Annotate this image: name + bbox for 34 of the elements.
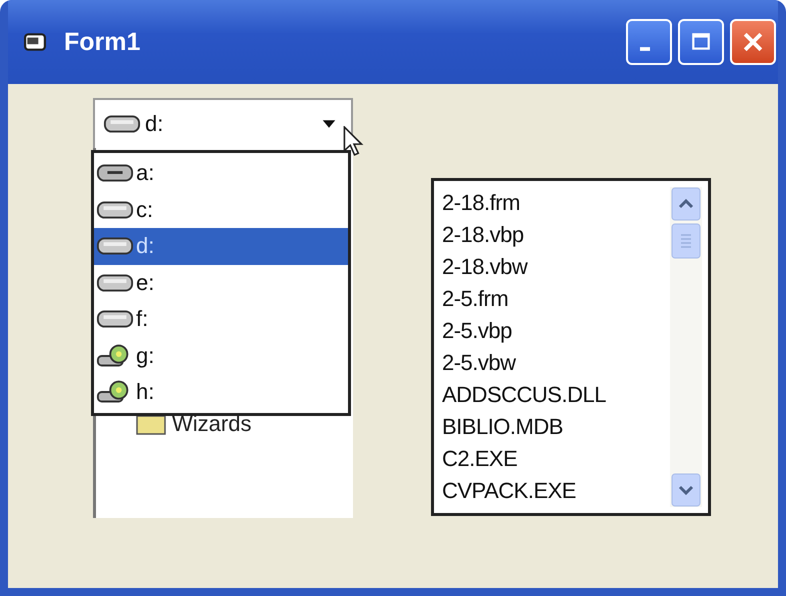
drive-item[interactable]: c: [94, 192, 348, 228]
vertical-scrollbar[interactable] [670, 187, 702, 507]
file-item[interactable]: 2-5.vbp [442, 315, 670, 347]
window-title: Form1 [64, 28, 142, 56]
directory-list-box[interactable]: Wizards a: c: d: e: f: g: h: [93, 148, 353, 518]
dropdown-arrow-icon[interactable] [321, 119, 337, 129]
drive-combo-box[interactable]: d: [93, 98, 353, 148]
file-item[interactable]: 2-18.frm [442, 187, 670, 219]
close-button[interactable] [730, 19, 776, 65]
file-item[interactable]: 2-18.vbp [442, 219, 670, 251]
minimize-icon [640, 47, 650, 51]
file-item[interactable]: C2.EXE [442, 443, 670, 475]
mouse-pointer-icon [343, 126, 365, 158]
scroll-up-icon[interactable] [670, 187, 702, 221]
file-item[interactable]: BIBLIO.MDB [442, 411, 670, 443]
drive-value: d: [145, 111, 164, 137]
drive-item[interactable]: d: [94, 228, 348, 264]
drive-item[interactable]: f: [94, 301, 348, 338]
scroll-down-icon[interactable] [670, 473, 702, 507]
file-item[interactable]: ADDSCCUS.DLL [442, 379, 670, 411]
file-list-box[interactable]: 2-18.frm 2-18.vbp 2-18.vbw 2-5.frm 2-5.vbp 2-5.vbw ADDSCCUS.DLL BIBLIO.MDB C2.EXE CVPACK.EXE [431, 178, 711, 516]
drive-item[interactable]: h: [94, 374, 348, 410]
drive-item[interactable]: a: [94, 155, 348, 192]
file-item[interactable]: 2-5.vbw [442, 347, 670, 379]
scroll-thumb-icon[interactable] [670, 223, 702, 259]
minimize-button[interactable] [626, 19, 672, 65]
file-item[interactable]: 2-18.vbw [442, 251, 670, 283]
folder-icon [136, 413, 166, 435]
drive-item[interactable]: e: [94, 264, 348, 301]
drive-item[interactable]: g: [94, 338, 348, 374]
window-icon [24, 33, 46, 51]
maximize-button[interactable] [678, 19, 724, 65]
file-item[interactable]: 2-5.frm [442, 283, 670, 315]
file-item[interactable]: CVPACK.EXE [442, 475, 670, 507]
